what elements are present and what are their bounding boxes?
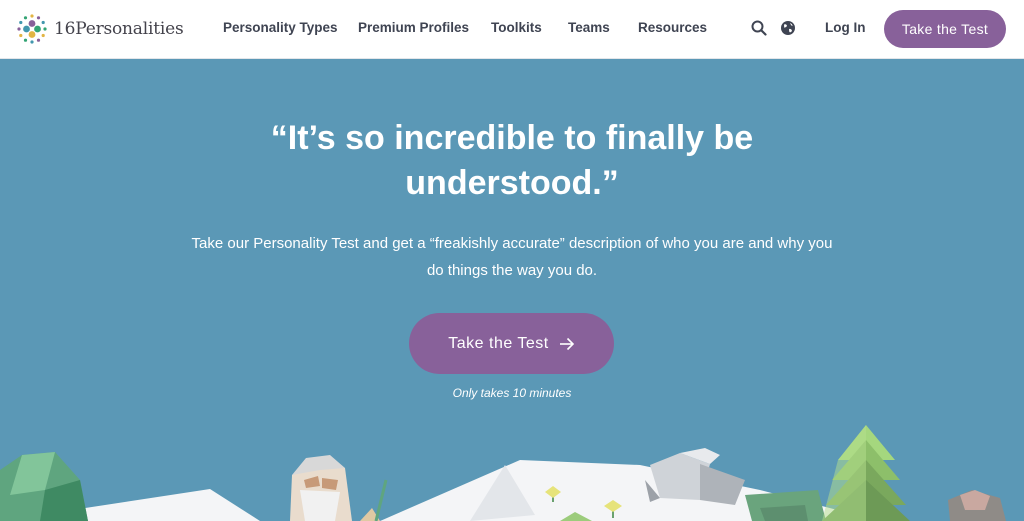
search-icon[interactable] [750, 19, 768, 37]
hero-take-test-button[interactable]: Take the Test [409, 313, 614, 374]
hero-cta-label: Take the Test [448, 334, 549, 352]
nav-resources[interactable]: Resources [638, 20, 707, 35]
globe-icon[interactable] [779, 19, 797, 37]
nav-personality-types[interactable]: Personality Types [223, 20, 338, 35]
nav-teams[interactable]: Teams [568, 20, 610, 35]
logo-mark-icon [17, 14, 47, 44]
time-note: Only takes 10 minutes [452, 386, 572, 400]
hero-illustration [0, 425, 1006, 521]
header-take-test-button[interactable]: Take the Test [884, 10, 1006, 48]
hero-subtitle: Take our Personality Test and get a “fre… [191, 235, 833, 279]
site-header: 16Personalities Personality Types Premiu… [0, 0, 1024, 59]
hero-title: “It’s so incredible to finally be unders… [270, 119, 754, 202]
login-link[interactable]: Log In [825, 20, 866, 35]
rocks [645, 448, 745, 505]
nav-premium-profiles[interactable]: Premium Profiles [358, 20, 469, 35]
arrow-right-icon [559, 337, 574, 350]
logo-text: 16Personalities [54, 19, 184, 39]
pine-tree [822, 425, 910, 521]
character-sage [290, 455, 388, 521]
logo[interactable]: 16Personalities [16, 12, 184, 46]
nav-toolkits[interactable]: Toolkits [491, 20, 542, 35]
